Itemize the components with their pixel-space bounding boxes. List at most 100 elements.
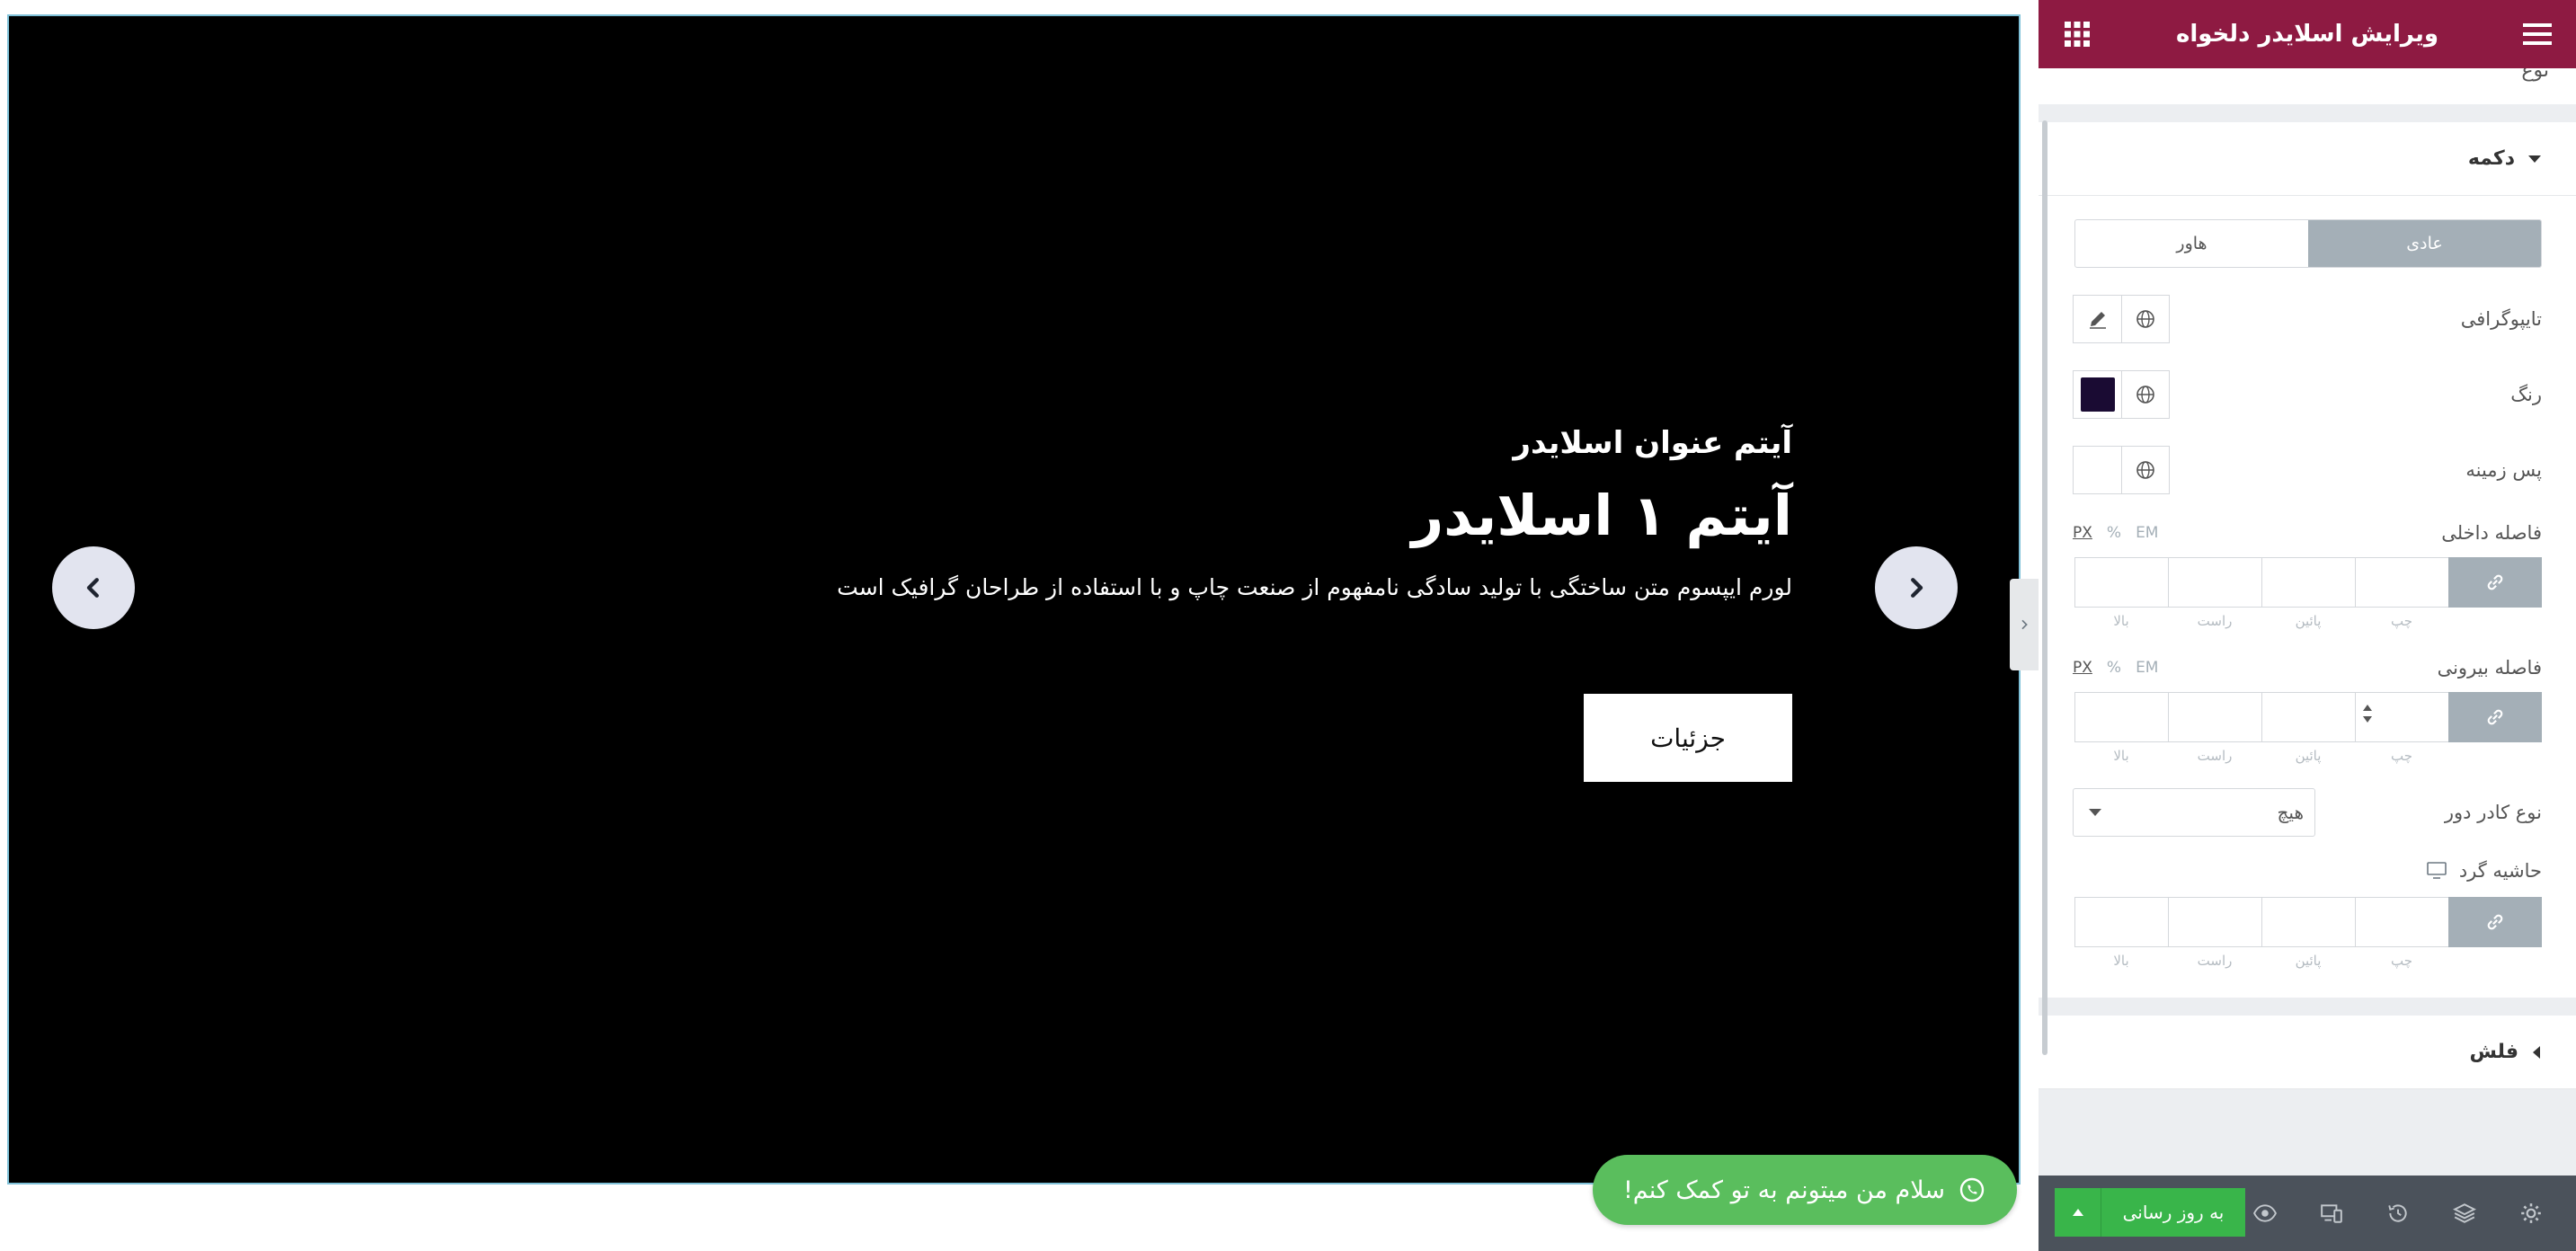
typography-label: تایپوگرافی — [2460, 308, 2542, 330]
section-arrows-header[interactable]: فلش — [2039, 1016, 2576, 1089]
slide-content: آیتم عنوان اسلایدر آیتم ۱ اسلایدر لورم ا… — [714, 421, 1792, 782]
padding-right-input[interactable] — [2168, 557, 2261, 608]
typography-control: تایپوگرافی — [2073, 295, 2542, 343]
whatsapp-icon — [1958, 1176, 1986, 1204]
chevron-right-icon — [1911, 578, 1923, 598]
unit-em[interactable]: EM — [2136, 524, 2158, 542]
tab-normal[interactable]: عادی — [2308, 220, 2541, 267]
margin-top-input[interactable] — [2074, 692, 2168, 742]
panel-collapse-handle[interactable] — [2010, 579, 2039, 670]
history-icon[interactable] — [2371, 1186, 2425, 1240]
section-arrows-title: فلش — [2469, 1041, 2518, 1063]
slide-title: آیتم ۱ اسلایدر — [1411, 483, 1792, 548]
link-icon — [2487, 914, 2503, 930]
padding-header: فاصله داخلی PX % EM — [2073, 519, 2542, 546]
margin-left-input[interactable] — [2355, 692, 2448, 742]
apps-grid-icon[interactable] — [2062, 19, 2092, 49]
dim-label-right: راست — [2197, 613, 2233, 629]
chevron-right-icon — [2021, 619, 2028, 630]
stepper-arrows-icon[interactable] — [2361, 702, 2374, 725]
radius-left-input[interactable] — [2355, 897, 2448, 947]
dim-label-bottom: پائین — [2295, 613, 2322, 629]
border-type-control: نوع کادر دور هیچ — [2073, 787, 2542, 838]
dim-label-top: بالا — [2113, 953, 2129, 969]
update-options-button[interactable] — [2055, 1188, 2101, 1237]
section-button-body: عادی هاور تایپوگرافی رنگ پس زمینه فاصله … — [2039, 196, 2576, 998]
margin-units: PX % EM — [2073, 659, 2158, 677]
update-button-group: به روز رسانی — [2055, 1188, 2245, 1237]
border-radius-header: حاشیه گرد — [2073, 856, 2542, 886]
dim-label-left: چپ — [2390, 953, 2412, 969]
section-button-header[interactable]: دکمه — [2039, 122, 2576, 196]
padding-top-input[interactable] — [2074, 557, 2168, 608]
padding-left-input[interactable] — [2355, 557, 2448, 608]
dim-label-top: بالا — [2113, 748, 2129, 764]
background-global-button[interactable] — [2121, 446, 2170, 494]
slider-next-button[interactable] — [1875, 546, 1958, 629]
dim-label-bottom: پائین — [2295, 953, 2322, 969]
margin-right-input[interactable] — [2168, 692, 2261, 742]
radius-right-input[interactable] — [2168, 897, 2261, 947]
panel-scrollbar[interactable] — [2042, 120, 2047, 1055]
unit-em[interactable]: EM — [2136, 659, 2158, 677]
radius-dim-labels: چپ پائین راست بالا — [2074, 953, 2542, 969]
layers-icon[interactable] — [2438, 1186, 2492, 1240]
globe-icon — [2136, 386, 2154, 404]
link-icon — [2487, 709, 2503, 725]
chevron-left-icon — [86, 578, 99, 598]
unit-percent[interactable]: % — [2107, 524, 2121, 542]
globe-icon — [2136, 461, 2154, 479]
color-global-button[interactable] — [2121, 370, 2170, 419]
panel-header: ویرایش اسلایدر دلخواه — [2039, 0, 2576, 68]
radius-top-input[interactable] — [2074, 897, 2168, 947]
background-control: پس زمینه — [2073, 446, 2542, 494]
dim-label-left: چپ — [2390, 748, 2412, 764]
settings-icon[interactable] — [2504, 1186, 2558, 1240]
padding-inputs — [2074, 557, 2542, 608]
section-button-title: دکمه — [2467, 147, 2515, 170]
margin-header: فاصله بیرونی PX % EM — [2073, 654, 2542, 681]
caret-left-icon — [2531, 1045, 2542, 1060]
dim-label-bottom: پائین — [2295, 748, 2322, 764]
background-label: پس زمینه — [2465, 459, 2542, 481]
pencil-icon — [2089, 312, 2106, 329]
dim-label-top: بالا — [2113, 613, 2129, 629]
whatsapp-chat-button[interactable]: سلام من میتونم به تو کمک کنم! — [1593, 1155, 2017, 1225]
typography-global-button[interactable] — [2121, 295, 2170, 343]
globe-icon — [2136, 310, 2154, 328]
desktop-icon[interactable] — [2427, 862, 2447, 880]
border-type-value: هیچ — [2277, 802, 2305, 823]
margin-link-button[interactable] — [2448, 692, 2542, 742]
responsive-mode-icon[interactable] — [2305, 1186, 2358, 1240]
slider-prev-button[interactable] — [52, 546, 135, 629]
unit-px[interactable]: PX — [2073, 659, 2092, 677]
padding-units: PX % EM — [2073, 524, 2158, 542]
hamburger-menu-icon[interactable] — [2522, 19, 2553, 49]
margin-inputs — [2074, 692, 2542, 742]
slide-description: لورم ایپسوم متن ساختگی با تولید سادگی نا… — [837, 574, 1792, 600]
color-swatch — [2080, 377, 2115, 412]
panel-scroll: نوع دکمه عادی هاور تایپوگرافی رنگ پس زمی… — [2039, 68, 2576, 1176]
margin-bottom-input[interactable] — [2261, 692, 2355, 742]
border-radius-inputs — [2074, 897, 2542, 947]
border-type-select[interactable]: هیچ — [2073, 788, 2315, 837]
padding-link-button[interactable] — [2448, 557, 2542, 608]
unit-percent[interactable]: % — [2107, 659, 2121, 677]
margin-label: فاصله بیرونی — [2437, 657, 2542, 679]
padding-label: فاصله داخلی — [2441, 522, 2542, 544]
slide-details-button[interactable]: جزئیات — [1584, 694, 1792, 782]
preview-eye-icon[interactable] — [2238, 1186, 2292, 1240]
tab-hover[interactable]: هاور — [2075, 220, 2308, 267]
typography-edit-button[interactable] — [2073, 295, 2121, 343]
radius-bottom-input[interactable] — [2261, 897, 2355, 947]
padding-bottom-input[interactable] — [2261, 557, 2355, 608]
update-button[interactable]: به روز رسانی — [2101, 1188, 2245, 1237]
border-radius-label: حاشیه گرد — [2458, 860, 2542, 882]
radius-link-button[interactable] — [2448, 897, 2542, 947]
color-swatch-button[interactable] — [2073, 370, 2121, 419]
previous-section: نوع — [2039, 68, 2576, 104]
unit-px[interactable]: PX — [2073, 524, 2092, 542]
dim-label-right: راست — [2197, 748, 2233, 764]
state-tabs: عادی هاور — [2074, 219, 2542, 268]
background-swatch-button[interactable] — [2073, 446, 2121, 494]
